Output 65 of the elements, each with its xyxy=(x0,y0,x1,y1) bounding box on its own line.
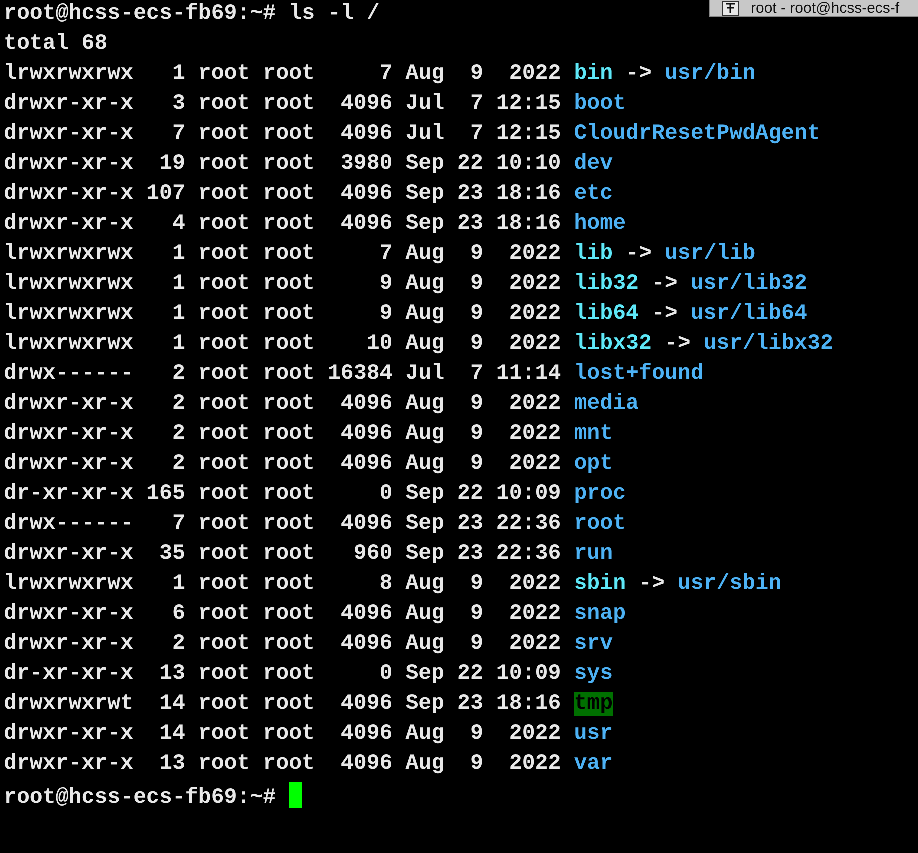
shell-prompt: root@hcss-ecs-fb69:~# xyxy=(4,2,276,26)
file-details: lrwxrwxrwx 1 root root 10 Aug 9 2022 xyxy=(4,332,562,356)
directory-name: dev xyxy=(574,152,614,176)
link-target: usr/lib xyxy=(664,242,756,266)
link-arrow: -> xyxy=(626,242,652,266)
file-details: lrwxrwxrwx 1 root root 9 Aug 9 2022 xyxy=(4,272,562,296)
file-details: lrwxrwxrwx 1 root root 7 Aug 9 2022 xyxy=(4,62,562,86)
file-details: drwx------ 2 root root 16384 Jul 7 11:14 xyxy=(4,362,562,386)
directory-name: home xyxy=(574,212,626,236)
link-arrow: -> xyxy=(626,62,652,86)
file-details: drwxr-xr-x 2 root root 4096 Aug 9 2022 xyxy=(4,392,562,416)
link-name: lib32 xyxy=(574,272,639,296)
file-details: drwxr-xr-x 6 root root 4096 Aug 9 2022 xyxy=(4,602,562,626)
directory-name: snap xyxy=(574,602,626,626)
directory-name: media xyxy=(574,392,639,416)
file-details: drwxr-xr-x 13 root root 4096 Aug 9 2022 xyxy=(4,752,562,776)
link-name: lib xyxy=(574,242,614,266)
directory-name: var xyxy=(574,752,614,776)
link-name: lib64 xyxy=(574,302,639,326)
directory-name: proc xyxy=(574,482,626,506)
file-details: drwxr-xr-x 2 root root 4096 Aug 9 2022 xyxy=(4,632,562,656)
file-details: drwxr-xr-x 2 root root 4096 Aug 9 2022 xyxy=(4,422,562,446)
link-target: usr/sbin xyxy=(678,572,782,596)
link-target: usr/bin xyxy=(664,62,756,86)
link-name: sbin xyxy=(574,572,626,596)
file-details: lrwxrwxrwx 1 root root 8 Aug 9 2022 xyxy=(4,572,562,596)
directory-name: srv xyxy=(574,632,614,656)
link-arrow: -> xyxy=(652,302,678,326)
total-text: total 68 xyxy=(4,32,108,56)
file-details: drwxr-xr-x 19 root root 3980 Sep 22 10:10 xyxy=(4,152,562,176)
file-details: drwxr-xr-x 7 root root 4096 Jul 7 12:15 xyxy=(4,122,562,146)
link-name: bin xyxy=(574,62,614,86)
file-details: lrwxrwxrwx 1 root root 7 Aug 9 2022 xyxy=(4,242,562,266)
directory-name: tmp xyxy=(574,692,614,716)
file-details: dr-xr-xr-x 165 root root 0 Sep 22 10:09 xyxy=(4,482,562,506)
file-details: drwxr-xr-x 3 root root 4096 Jul 7 12:15 xyxy=(4,92,562,116)
file-details: drwxr-xr-x 4 root root 4096 Sep 23 18:16 xyxy=(4,212,562,236)
file-details: drwx------ 7 root root 4096 Sep 23 22:36 xyxy=(4,512,562,536)
shell-prompt: root@hcss-ecs-fb69:~# xyxy=(4,786,276,810)
file-details: drwxr-xr-x 107 root root 4096 Sep 23 18:16 xyxy=(4,182,562,206)
directory-name: sys xyxy=(574,662,614,686)
file-details: drwxr-xr-x 35 root root 960 Sep 23 22:36 xyxy=(4,542,562,566)
directory-name: boot xyxy=(574,92,626,116)
directory-name: CloudrResetPwdAgent xyxy=(574,122,820,146)
link-target: usr/lib32 xyxy=(690,272,808,296)
directory-name: root xyxy=(574,512,626,536)
file-details: dr-xr-xr-x 13 root root 0 Sep 22 10:09 xyxy=(4,662,562,686)
file-details: drwxr-xr-x 2 root root 4096 Aug 9 2022 xyxy=(4,452,562,476)
link-target: usr/lib64 xyxy=(690,302,808,326)
link-target: usr/libx32 xyxy=(704,332,834,356)
directory-name: usr xyxy=(574,722,614,746)
link-arrow: -> xyxy=(639,572,665,596)
directory-name: run xyxy=(574,542,614,566)
link-arrow: -> xyxy=(652,272,678,296)
link-name: libx32 xyxy=(574,332,652,356)
file-details: drwxr-xr-x 14 root root 4096 Aug 9 2022 xyxy=(4,722,562,746)
file-details: drwxrwxrwt 14 root root 4096 Sep 23 18:16 xyxy=(4,692,562,716)
link-arrow: -> xyxy=(664,332,691,356)
command-text: ls -l / xyxy=(289,2,380,26)
window-title: root - root@hcss-ecs-f xyxy=(751,0,900,16)
directory-name: opt xyxy=(574,452,614,476)
directory-name: lost+found xyxy=(574,362,704,386)
file-details: lrwxrwxrwx 1 root root 9 Aug 9 2022 xyxy=(4,302,562,326)
directory-name: mnt xyxy=(574,422,614,446)
directory-name: etc xyxy=(574,182,614,206)
